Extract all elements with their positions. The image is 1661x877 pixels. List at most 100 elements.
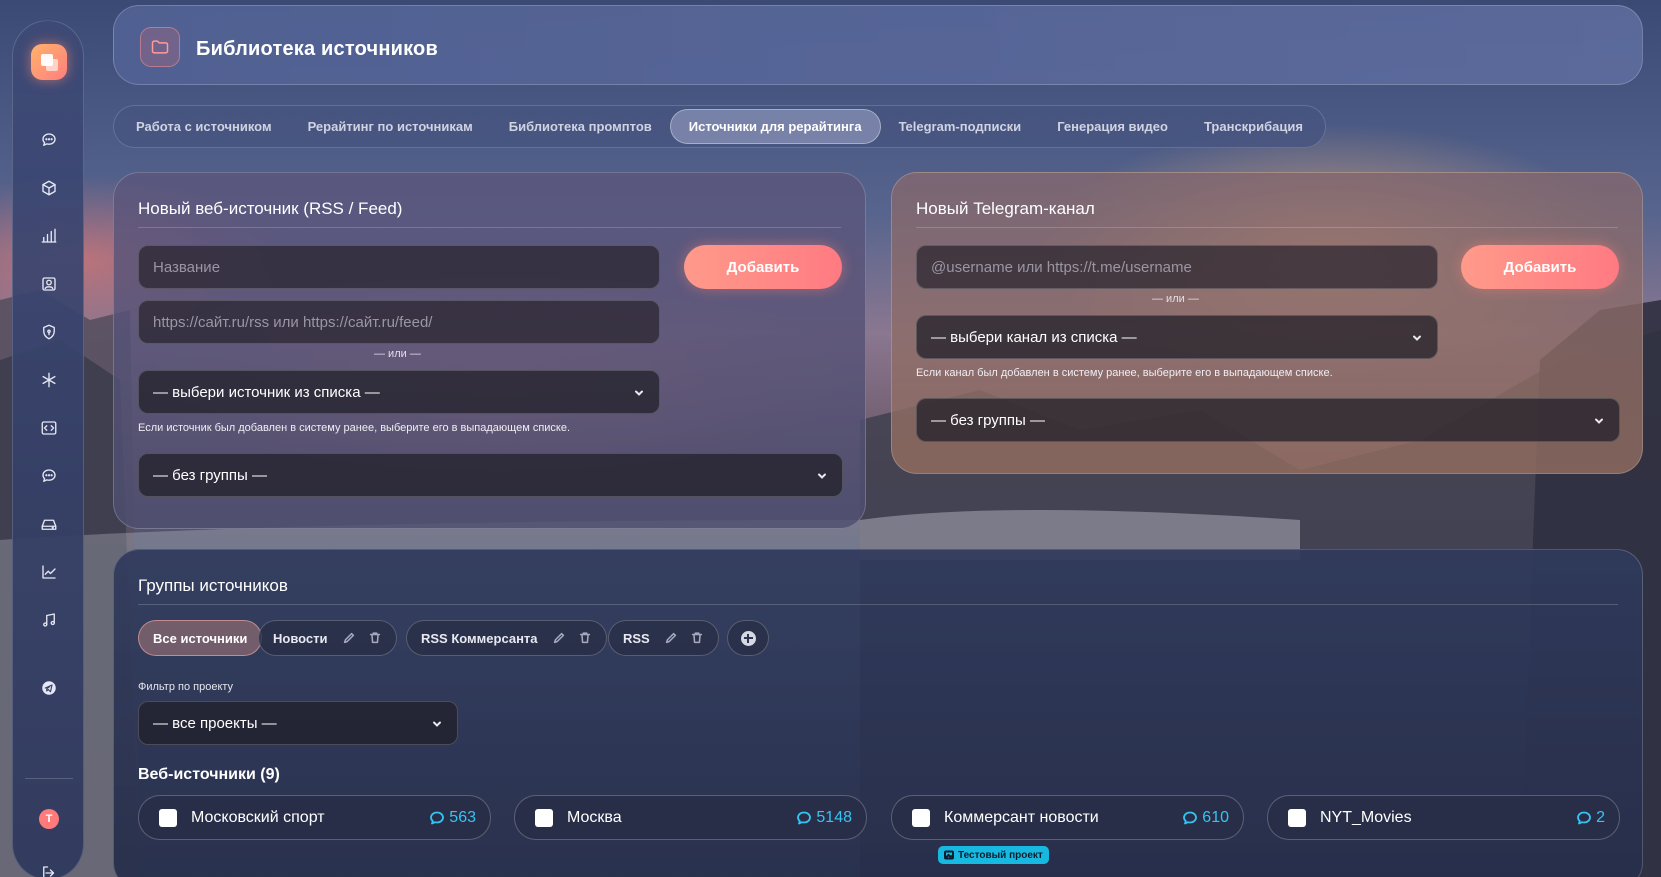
avatar[interactable]: T [39, 809, 59, 829]
folder-icon [140, 27, 180, 67]
chip-label: RSS [623, 630, 650, 646]
group-chip-rss[interactable]: RSS [608, 620, 719, 656]
message-count: 2 [1576, 809, 1605, 827]
select-value: — выбери канал из списка — [931, 328, 1137, 346]
message-count: 563 [429, 809, 476, 827]
chip-label: Новости [273, 630, 328, 646]
chevron-down-icon [816, 469, 828, 481]
code-icon[interactable] [37, 416, 61, 440]
telegram-channel-select[interactable]: — выбери канал из списка — [916, 315, 1438, 359]
card-title: Группы источников [138, 576, 288, 595]
sidebar: T [12, 20, 84, 877]
group-chip-news[interactable]: Новости [258, 620, 397, 656]
asterisk-icon[interactable] [37, 368, 61, 392]
group-chip-rss-kommersant[interactable]: RSS Коммерсанта [406, 620, 607, 656]
source-name: Московский спорт [191, 809, 325, 826]
chat-bubble-icon [797, 811, 812, 825]
app-logo[interactable] [31, 44, 67, 80]
tab-telegram-subscriptions[interactable]: Telegram-подписки [881, 109, 1040, 144]
source-card[interactable]: Москва 5148 [514, 795, 867, 840]
project-filter-select[interactable]: — все проекты — [138, 701, 458, 745]
source-card[interactable]: NYT_Movies 2 [1267, 795, 1620, 840]
project-badge: Тестовый проект [938, 846, 1049, 864]
source-checkbox[interactable] [159, 809, 177, 827]
chat-bubble-icon[interactable] [37, 128, 61, 152]
tab-transcription[interactable]: Транскрибация [1186, 109, 1321, 144]
edit-pencil-icon[interactable] [552, 631, 566, 645]
message-count: 610 [1182, 809, 1229, 827]
new-telegram-channel-card: Новый Telegram-канал Добавить — или — — … [891, 172, 1643, 474]
add-web-source-button[interactable]: Добавить [684, 245, 842, 289]
telegram-group-select[interactable]: — без группы — [916, 398, 1620, 442]
box-icon[interactable] [37, 176, 61, 200]
tab-rewriting-sources[interactable]: Источники для рерайтинга [669, 109, 881, 144]
select-value: — выбери источник из списка — [153, 383, 380, 401]
page-title: Библиотека источников [196, 38, 438, 60]
tab-video-generation[interactable]: Генерация видео [1039, 109, 1186, 144]
tab-bar: Работа с источником Рерайтинг по источни… [113, 105, 1326, 148]
source-name: Коммерсант новости [944, 809, 1099, 826]
chevron-down-icon [633, 386, 645, 398]
select-hint: Если источник был добавлен в систему ран… [138, 422, 571, 434]
source-name: NYT_Movies [1320, 809, 1412, 826]
new-web-source-card: Новый веб-источник (RSS / Feed) Добавить… [113, 172, 866, 529]
web-source-select[interactable]: — выбери источник из списка — [138, 370, 660, 414]
trash-icon[interactable] [578, 631, 592, 645]
shield-icon[interactable] [37, 320, 61, 344]
chat-bubble-icon[interactable] [37, 464, 61, 488]
plus-icon [740, 630, 756, 646]
source-name: Москва [567, 809, 622, 826]
source-url-input[interactable] [138, 300, 660, 344]
web-group-select[interactable]: — без группы — [138, 453, 843, 497]
source-card[interactable]: Московский спорт 563 [138, 795, 491, 840]
add-telegram-channel-button[interactable]: Добавить [1461, 245, 1619, 289]
edit-pencil-icon[interactable] [342, 631, 356, 645]
drive-icon[interactable] [37, 512, 61, 536]
select-value: — без группы — [153, 466, 267, 484]
web-sources-heading: Веб-источники (9) [138, 766, 280, 783]
chat-bubble-icon [1577, 811, 1591, 825]
tab-source-work[interactable]: Работа с источником [118, 109, 290, 144]
message-count: 5148 [796, 809, 852, 827]
trash-icon[interactable] [690, 631, 704, 645]
card-title: Новый веб-источник (RSS / Feed) [138, 199, 403, 218]
tab-rewriting-by-sources[interactable]: Рерайтинг по источникам [290, 109, 491, 144]
chevron-down-icon [1411, 331, 1423, 343]
image-icon [944, 850, 954, 860]
chip-label: Все источники [153, 630, 248, 646]
source-name-input[interactable] [138, 245, 660, 289]
page-header: Библиотека источников [113, 5, 1643, 85]
source-groups-card: Группы источников Все источники Новости … [113, 549, 1643, 877]
telegram-username-input[interactable] [916, 245, 1438, 289]
contact-card-icon[interactable] [37, 272, 61, 296]
group-chip-all[interactable]: Все источники [138, 620, 263, 656]
source-card[interactable]: Коммерсант новости 610 [891, 795, 1244, 840]
or-separator: — или — [374, 348, 421, 360]
chat-bubble-icon [430, 811, 445, 825]
source-checkbox[interactable] [912, 809, 930, 827]
music-icon[interactable] [37, 608, 61, 632]
trend-line-icon[interactable] [37, 560, 61, 584]
add-group-button[interactable] [727, 620, 769, 656]
chat-bubble-icon [1183, 811, 1198, 825]
divider [138, 227, 841, 228]
chevron-down-icon [1593, 414, 1605, 426]
bar-chart-icon[interactable] [37, 224, 61, 248]
tab-prompt-library[interactable]: Библиотека промптов [491, 109, 670, 144]
logout-icon[interactable] [37, 861, 61, 877]
chevron-down-icon [431, 717, 443, 729]
divider [138, 604, 1618, 605]
select-hint: Если канал был добавлен в систему ранее,… [916, 367, 1333, 379]
telegram-icon[interactable] [37, 676, 61, 700]
sidebar-divider [25, 778, 73, 779]
chip-label: RSS Коммерсанта [421, 630, 538, 646]
or-separator: — или — [1152, 293, 1199, 305]
project-filter-label: Фильтр по проекту [138, 681, 234, 693]
source-checkbox[interactable] [1288, 809, 1306, 827]
edit-pencil-icon[interactable] [664, 631, 678, 645]
source-checkbox[interactable] [535, 809, 553, 827]
card-title: Новый Telegram-канал [916, 199, 1095, 218]
trash-icon[interactable] [368, 631, 382, 645]
select-value: — все проекты — [153, 714, 277, 732]
divider [916, 227, 1618, 228]
